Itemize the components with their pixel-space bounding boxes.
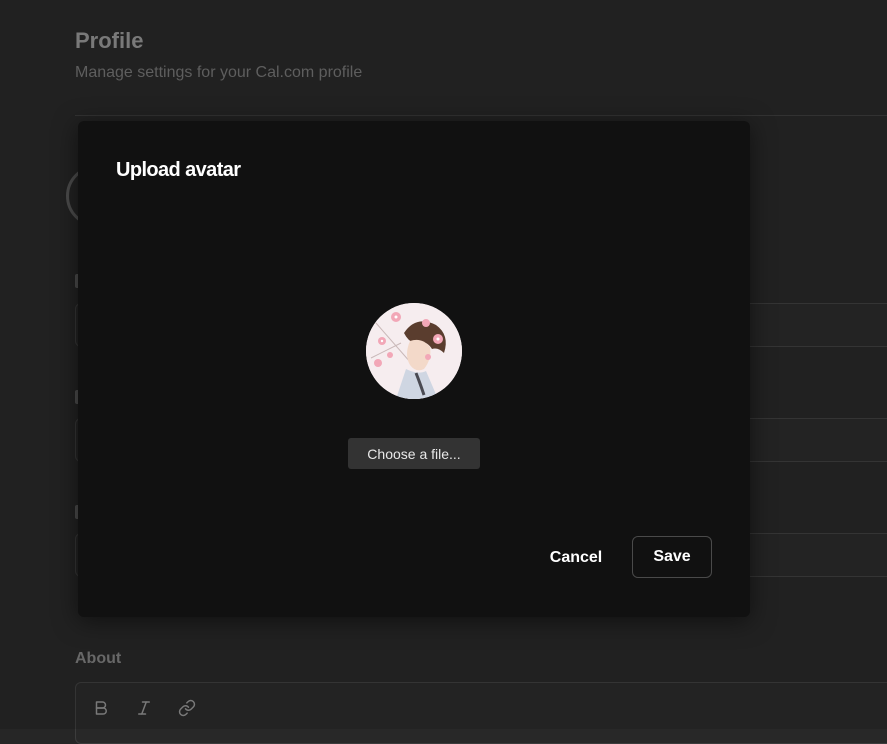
choose-file-button[interactable]: Choose a file... [348, 438, 480, 469]
upload-avatar-dialog: Upload avatar Choose a file... Cancel Sa… [78, 121, 750, 617]
cancel-button[interactable]: Cancel [532, 537, 620, 579]
avatar-preview-image [366, 303, 462, 399]
dialog-title: Upload avatar [116, 159, 241, 181]
save-button[interactable]: Save [632, 536, 712, 578]
